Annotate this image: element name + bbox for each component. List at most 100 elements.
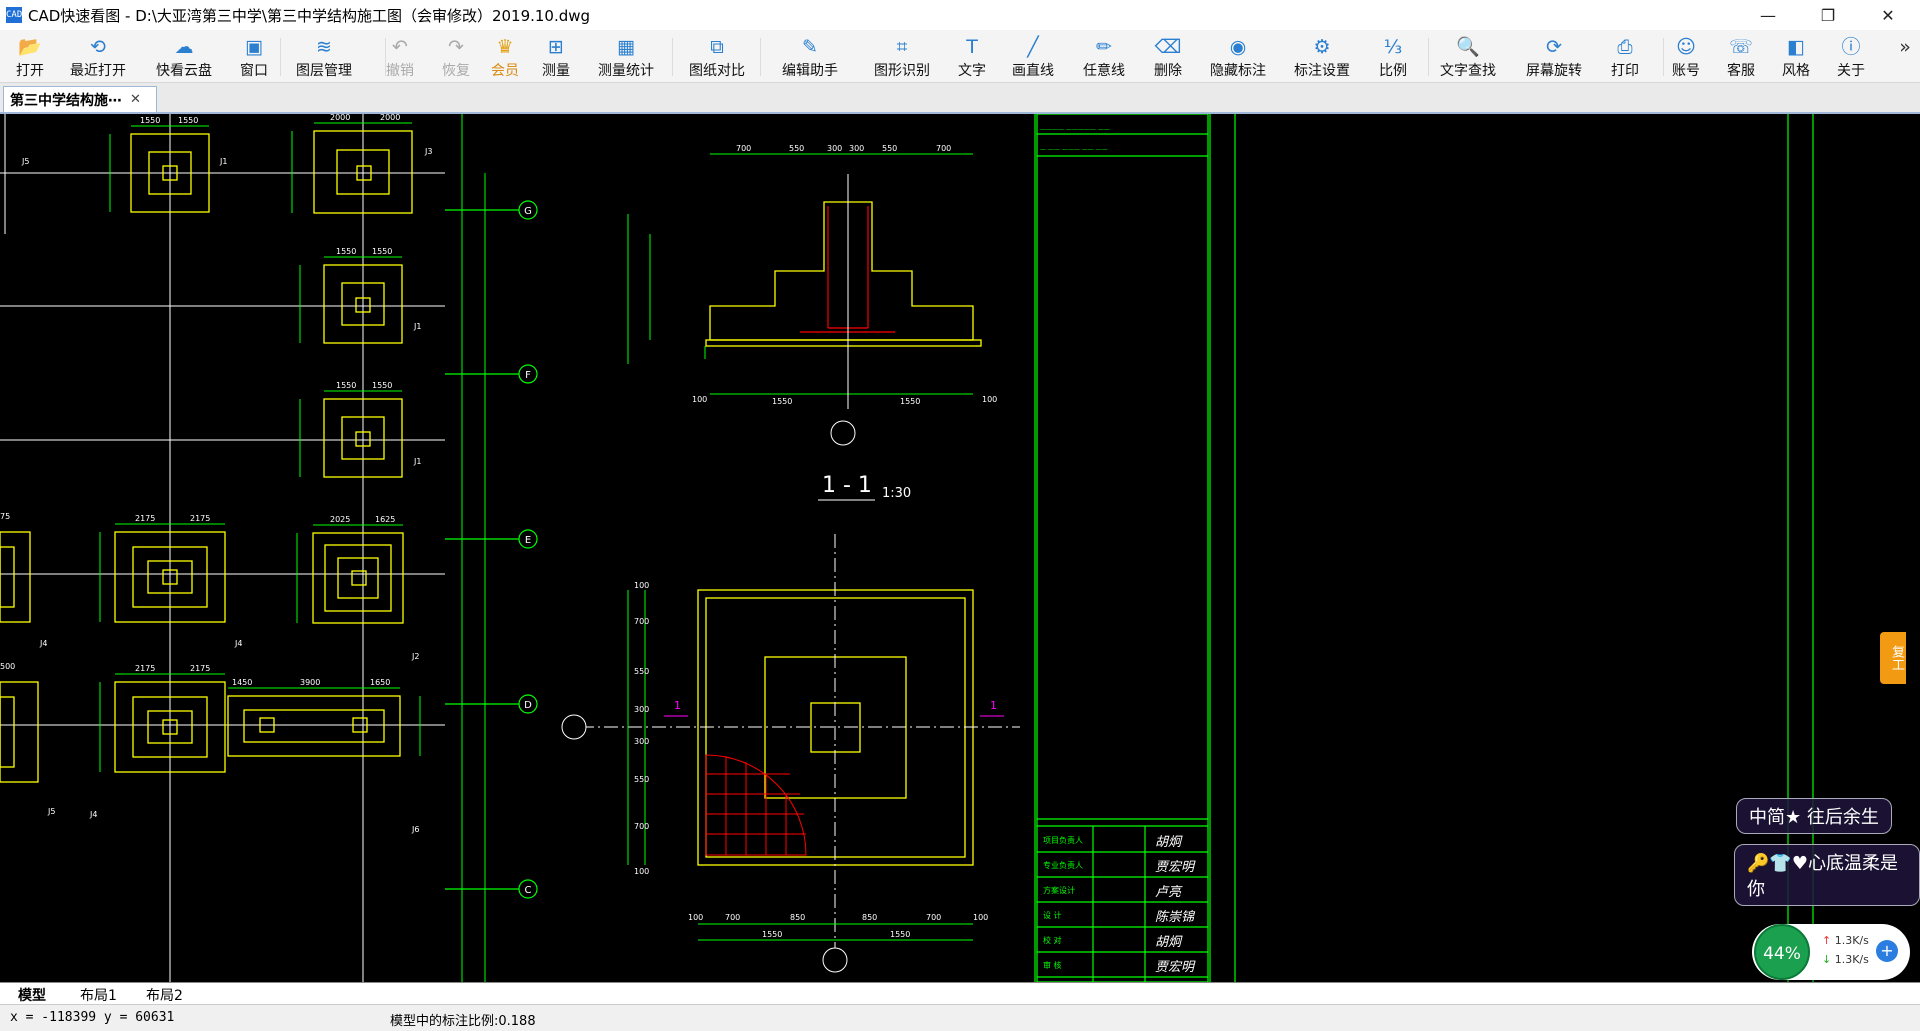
download-speed: 1.3K/s	[1834, 953, 1869, 966]
cursor-coordinates: x = -118399 y = 60631	[10, 1010, 175, 1025]
ime-status-pill[interactable]: 中简★ 往后余生	[1736, 798, 1892, 834]
toolbar-info-button[interactable]: ⓘ 关于	[1816, 30, 1886, 82]
toolbar-label: 打印	[1611, 63, 1639, 79]
svg-text:550: 550	[634, 667, 649, 676]
toolbar-label: 图纸对比	[689, 63, 745, 79]
memory-usage-ball[interactable]: 44%	[1754, 924, 1810, 980]
toolbar-separator	[1428, 38, 1429, 76]
toolbar-ruler-button[interactable]: ⊞ 测量	[521, 30, 591, 82]
toolbar-label: 删除	[1154, 63, 1182, 79]
toolbar-freehand-button[interactable]: ✏ 任意线	[1069, 30, 1139, 82]
toolbar-label: 图形识别	[874, 63, 930, 79]
clock-icon: ⟲	[90, 36, 106, 58]
text-icon: T	[966, 36, 978, 58]
svg-text:100: 100	[982, 395, 997, 404]
section-dims: 700 550 300 300 550 700 100 1550 1550 10…	[692, 144, 997, 406]
minimize-icon: —	[1760, 5, 1776, 25]
speed-plus-icon[interactable]: +	[1876, 940, 1898, 962]
scale-icon: ⅓	[1383, 36, 1403, 58]
close-button[interactable]: ✕	[1860, 0, 1916, 30]
svg-text:1550: 1550	[372, 247, 392, 256]
toolbar-edit-assistant-button[interactable]: ✎ 编辑助手	[775, 30, 845, 82]
restore-button[interactable]: ❐	[1800, 0, 1856, 30]
section-title: 1 - 1 1:30	[822, 473, 911, 501]
svg-text:1:30: 1:30	[882, 486, 911, 501]
close-tab-icon[interactable]: ✕	[130, 92, 141, 107]
toolbar-annotation-settings-button[interactable]: ⚙ 标注设置	[1287, 30, 1357, 82]
toolbar-window-button[interactable]: ▣ 窗口	[219, 30, 289, 82]
close-icon: ✕	[1881, 5, 1895, 25]
toolbar-layers-button[interactable]: ≋ 图层管理	[289, 30, 359, 82]
foundation-labels: J1 J3 J1 J1 J4 J2 J5 J4 J6 J4 J5	[21, 147, 432, 834]
toolbar-line-button[interactable]: ╱ 画直线	[998, 30, 1068, 82]
toolbar-separator	[672, 38, 673, 76]
toolbar-separator	[760, 38, 761, 76]
eraser-icon: ⌫	[1154, 36, 1182, 58]
toolbar-printer-button[interactable]: ⎙ 打印	[1590, 30, 1660, 82]
toolbar-text-search-button[interactable]: 🔍 文字查找	[1433, 30, 1503, 82]
svg-text:1550: 1550	[772, 397, 792, 406]
toolbar-label: 打开	[16, 63, 44, 79]
svg-text:J4: J4	[39, 639, 47, 648]
toolbar-rotate-screen-button[interactable]: ⟳ 屏幕旋转	[1519, 30, 1589, 82]
svg-text:700: 700	[936, 144, 951, 153]
minimize-button[interactable]: —	[1740, 0, 1796, 30]
svg-text:贾宏明: 贾宏明	[1155, 959, 1196, 975]
edit-assistant-icon: ✎	[802, 36, 818, 58]
svg-text:2000: 2000	[330, 114, 350, 122]
signature-names: 胡炯 贾宏明 卢亮 陈崇锦 胡炯 贾宏明	[1155, 835, 1196, 975]
toolbar-folder-open-button[interactable]: 📂 打开	[0, 30, 65, 82]
svg-text:1625: 1625	[375, 515, 395, 524]
cloud-icon: ☁	[174, 36, 194, 58]
svg-text:850: 850	[790, 913, 805, 922]
toolbar-label: 测量	[542, 63, 570, 79]
svg-text:J6: J6	[411, 825, 419, 834]
svg-text:700: 700	[634, 617, 649, 626]
network-speed-widget[interactable]: 44% ↑ 1.3K/s ↓ 1.3K/s +	[1752, 924, 1910, 980]
toolbar-eraser-button[interactable]: ⌫ 删除	[1133, 30, 1203, 82]
svg-text:100: 100	[973, 913, 988, 922]
toolbar-label: 画直线	[1012, 63, 1054, 79]
download-arrow-icon: ↓	[1822, 953, 1832, 966]
toolbar-clock-button[interactable]: ⟲ 最近打开	[63, 30, 133, 82]
toolbar-scale-button[interactable]: ⅓ 比例	[1358, 30, 1428, 82]
svg-text:300: 300	[849, 144, 864, 153]
tab-layout1[interactable]: 布局1	[70, 985, 127, 1004]
toolbar-compare-button[interactable]: ⧉ 图纸对比	[682, 30, 752, 82]
tab-layout2[interactable]: 布局2	[136, 985, 193, 1004]
toolbar-label: 任意线	[1083, 63, 1125, 79]
toolbar-text-button[interactable]: T 文字	[937, 30, 1007, 82]
svg-text:项目负责人: 项目负责人	[1043, 835, 1083, 845]
cad-drawing-canvas[interactable]: 1550 1550 2000 2000 1550 1550 1550 1550 2175…	[0, 114, 1920, 982]
svg-text:300: 300	[827, 144, 842, 153]
svg-text:550: 550	[882, 144, 897, 153]
svg-text:300: 300	[634, 737, 649, 746]
toolbar-more-button[interactable]: »	[1893, 30, 1917, 82]
toolbar-separator	[385, 38, 386, 76]
measure-stats-icon: ▦	[617, 36, 635, 58]
ime-mood-pill[interactable]: 🔑👕♥心底温柔是你	[1734, 844, 1920, 906]
undo-icon: ↶	[392, 36, 408, 58]
toolbar-label: 关于	[1837, 63, 1865, 79]
toolbar-label: 撤销	[386, 63, 414, 79]
toolbar-label: 比例	[1379, 63, 1407, 79]
toolbar-hide-eye-button[interactable]: ◉ 隐藏标注	[1203, 30, 1273, 82]
toolbar-separator	[280, 38, 281, 76]
svg-text:100: 100	[634, 581, 649, 590]
svg-text:J2: J2	[411, 652, 419, 661]
document-tab[interactable]: 第三中学结构施⋯ ✕	[3, 86, 157, 112]
resume-work-badge[interactable]: 复工	[1880, 632, 1906, 684]
title-bar: CAD CAD快速看图 - D:\大亚湾第三中学\第三中学结构施工图（会审修改）…	[0, 0, 1920, 30]
svg-text:1550: 1550	[900, 397, 920, 406]
folder-open-icon: 📂	[18, 36, 42, 58]
cad-app-icon: CAD	[6, 7, 22, 23]
toolbar-cloud-button[interactable]: ☁ 快看云盘	[149, 30, 219, 82]
toolbar-shape-recognize-button[interactable]: ⌗ 图形识别	[867, 30, 937, 82]
toolbar-measure-stats-button[interactable]: ▦ 测量统计	[591, 30, 661, 82]
tab-model[interactable]: 模型	[8, 985, 56, 1004]
svg-text:3900: 3900	[300, 678, 320, 687]
svg-text:2175: 2175	[190, 664, 210, 673]
vip-icon: ♛	[496, 36, 514, 58]
toolbar-label: 文字查找	[1440, 63, 1496, 79]
toolbar-label: 恢复	[442, 63, 470, 79]
